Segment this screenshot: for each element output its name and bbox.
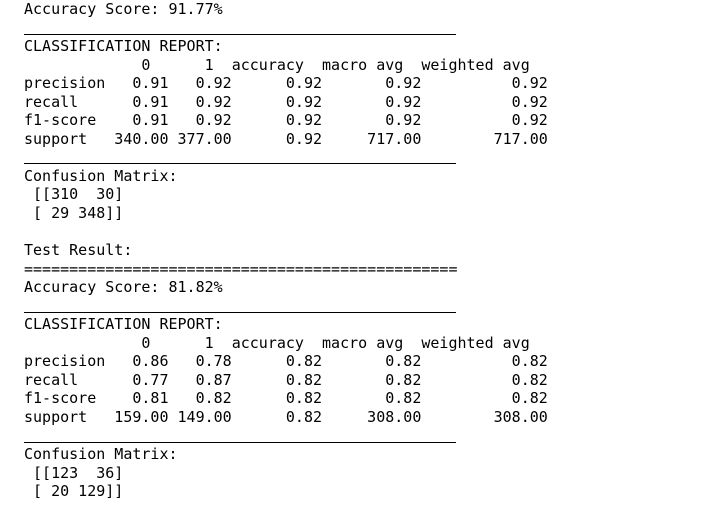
separator-line xyxy=(24,148,694,167)
output-line: [ 20 129]] xyxy=(24,482,124,501)
output-line: support 159.00 149.00 0.82 308.00 308.00 xyxy=(24,408,548,427)
output-line: 0 1 accuracy macro avg weighted avg xyxy=(24,333,530,352)
output-line: Accuracy Score: 81.82% xyxy=(24,278,223,297)
output-line: [[123 36] xyxy=(24,463,124,482)
output-line: recall 0.91 0.92 0.92 0.92 0.92 xyxy=(24,92,548,111)
output-line: 0 1 accuracy macro avg weighted avg xyxy=(24,55,530,74)
output-line: [ 29 348]] xyxy=(24,204,124,223)
output-line: support 340.00 377.00 0.92 717.00 717.00 xyxy=(24,129,548,148)
output-line: Confusion Matrix: xyxy=(24,166,178,185)
output-line: f1-score 0.91 0.92 0.92 0.92 0.92 xyxy=(24,111,548,130)
notebook-cell-output: Accuracy Score: 91.77% CLASSIFICATION REP… xyxy=(24,0,694,501)
output-line: f1-score 0.81 0.82 0.82 0.82 0.82 xyxy=(24,389,548,408)
output-line: ========================================… xyxy=(24,259,458,278)
output-line: Confusion Matrix: xyxy=(24,445,178,464)
separator-line xyxy=(24,427,694,446)
separator-line xyxy=(24,19,694,38)
output-line: CLASSIFICATION REPORT: xyxy=(24,315,223,334)
output-line: recall 0.77 0.87 0.82 0.82 0.82 xyxy=(24,370,548,389)
output-line: Test Result: xyxy=(24,241,133,260)
output-line: precision 0.86 0.78 0.82 0.82 0.82 xyxy=(24,352,548,371)
output-line: precision 0.91 0.92 0.92 0.92 0.92 xyxy=(24,74,548,93)
separator-line xyxy=(24,297,694,316)
output-line: CLASSIFICATION REPORT: xyxy=(24,37,223,56)
output-line: Accuracy Score: 91.77% xyxy=(24,0,223,18)
output-line: [[310 30] xyxy=(24,185,124,204)
